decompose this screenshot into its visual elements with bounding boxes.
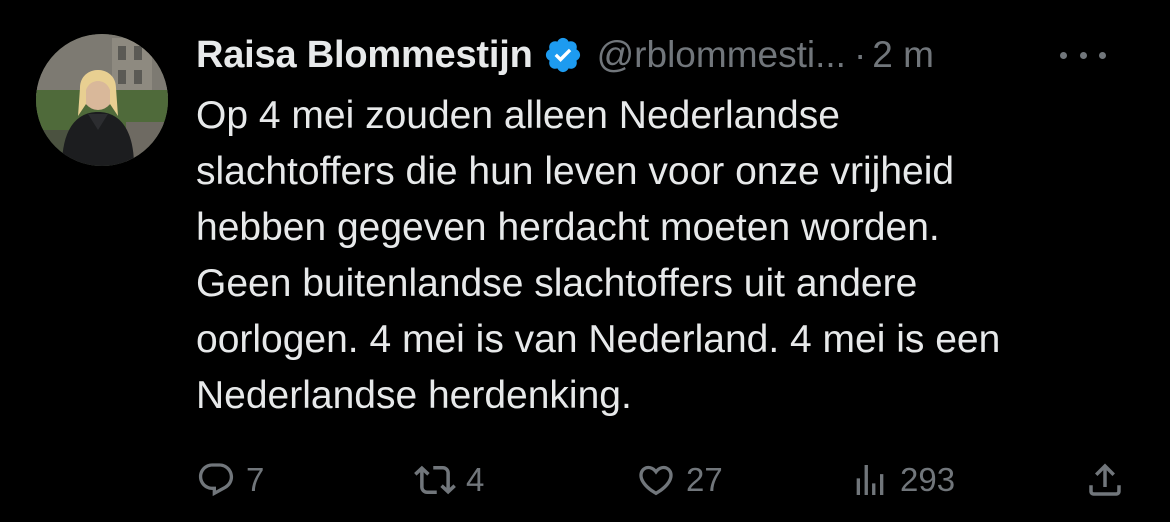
- tweet-timestamp[interactable]: 2 m: [872, 34, 934, 76]
- retweet-icon: [414, 465, 456, 495]
- avatar[interactable]: [36, 34, 168, 166]
- tweet-actions: 7 4 27 293: [196, 452, 1136, 508]
- tweet-text-line: Op 4 mei zouden alleen Nederlandse: [196, 94, 840, 137]
- author-handle[interactable]: @rblommesti...: [597, 34, 846, 76]
- tweet-text-line: hebben gegeven herdacht moeten worden.: [196, 206, 940, 249]
- share-icon: [1089, 463, 1121, 496]
- share-button[interactable]: [1084, 452, 1126, 508]
- retweet-button[interactable]: 4: [414, 452, 484, 508]
- verified-badge-icon[interactable]: [543, 35, 583, 75]
- tweet-text-line: Geen buitenlandse slachtoffers uit ander…: [196, 262, 918, 305]
- more-dot: [1079, 51, 1087, 59]
- views-count: 293: [900, 461, 956, 498]
- more-dot: [1099, 51, 1106, 59]
- tweet-text: Op 4 mei zouden alleen Nederlandse slach…: [196, 88, 1146, 424]
- separator-dot: ·: [853, 34, 867, 75]
- like-count: 27: [686, 461, 723, 498]
- views-button[interactable]: 293: [850, 452, 955, 508]
- tweet-text-line: oorlogen. 4 mei is van Nederland. 4 mei …: [196, 318, 1001, 361]
- reply-button[interactable]: 7: [196, 452, 264, 508]
- reply-icon: [198, 463, 234, 497]
- author-name[interactable]: Raisa Blommestijn: [196, 34, 533, 77]
- avatar-photo: [36, 34, 168, 166]
- reply-count: 7: [246, 461, 265, 498]
- more-horizontal-icon[interactable]: [1060, 42, 1106, 68]
- tweet-text-line: slachtoffers die hun leven voor onze vri…: [196, 150, 955, 193]
- tweet-text-line: Nederlandse herdenking.: [196, 374, 632, 417]
- views-chart-icon: [856, 465, 884, 495]
- tweet-header: Raisa Blommestijn @rblommesti... · 2 m: [196, 30, 1136, 80]
- heart-icon: [639, 465, 673, 496]
- retweet-count: 4: [466, 461, 485, 498]
- like-button[interactable]: 27: [636, 452, 723, 508]
- more-dot: [1060, 51, 1067, 59]
